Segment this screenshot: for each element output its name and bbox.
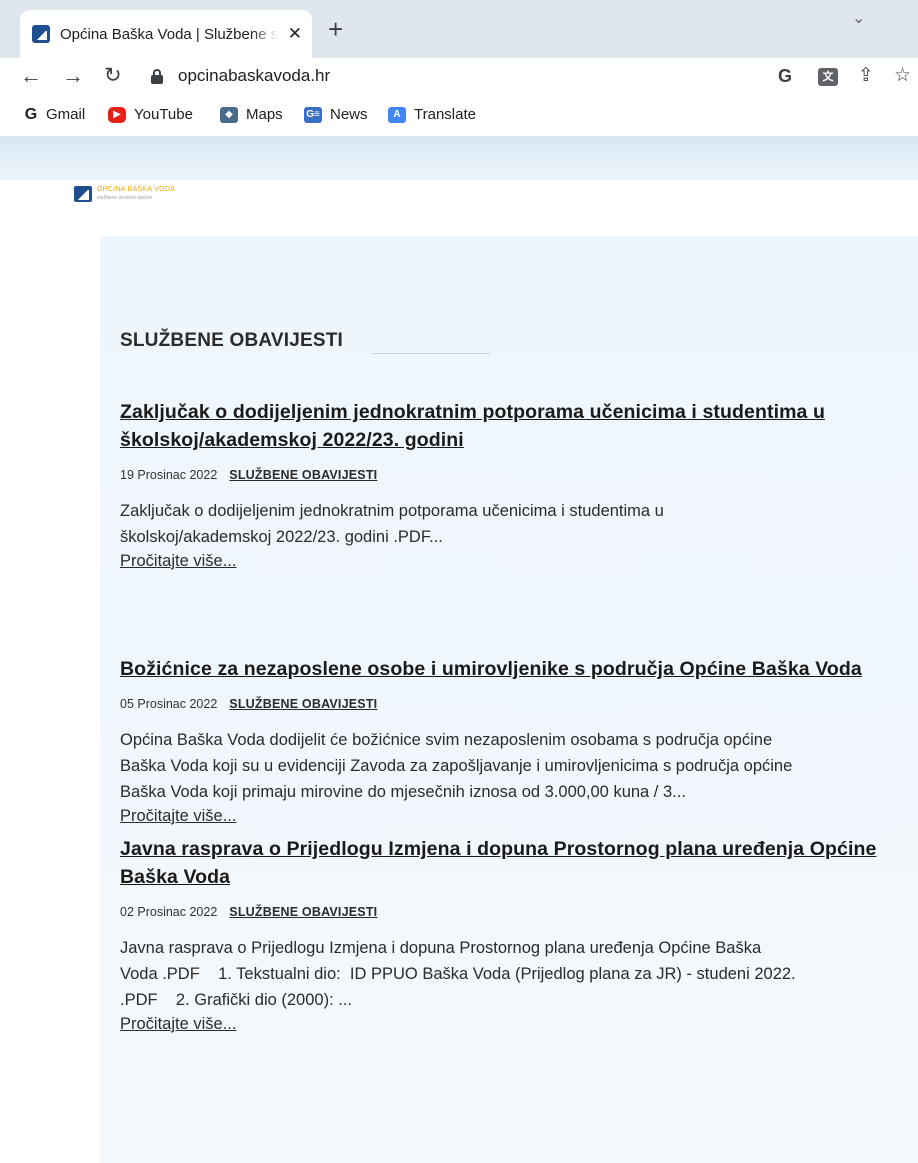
site-favicon-icon xyxy=(32,25,50,43)
bookmark-label: Maps xyxy=(246,106,283,123)
bookmark-label: News xyxy=(330,106,368,123)
share-icon[interactable]: ⇪ xyxy=(858,64,874,88)
article-date: 19 Prosinac 2022 xyxy=(120,468,218,482)
bookmarks-bar: G Gmail ▶ YouTube ◆ Maps G≡ News A Trans… xyxy=(0,98,918,136)
new-tab-button[interactable]: + xyxy=(328,16,343,42)
article-title-link[interactable]: Javna rasprava o Prijedlogu Izmjena i do… xyxy=(120,835,916,891)
reload-icon[interactable]: ↻ xyxy=(104,62,122,90)
bookmark-label: Translate xyxy=(414,106,476,123)
tab-search-chevron-icon[interactable]: ⌄ xyxy=(852,8,865,28)
browser-toolbar: ← → ↻ opcinabaskavoda.hr G 文 ⇪ ☆ xyxy=(0,58,918,98)
article-meta: 05 Prosinac 2022 SLUŽBENE OBAVIJESTI xyxy=(120,697,916,711)
maps-icon: ◆ xyxy=(220,106,238,123)
article-date: 05 Prosinac 2022 xyxy=(120,697,218,711)
header-banner xyxy=(0,136,918,180)
bookmark-youtube[interactable]: ▶ YouTube xyxy=(108,106,193,123)
bookmark-gmail[interactable]: G Gmail xyxy=(24,106,85,123)
bookmark-label: YouTube xyxy=(134,106,193,123)
article-category-link[interactable]: SLUŽBENE OBAVIJESTI xyxy=(229,697,377,711)
logo-line2: službene stranice općine xyxy=(97,195,153,201)
article-item: Božićnice za nezaposlene osobe i umirovl… xyxy=(120,655,916,827)
bookmark-translate[interactable]: A Translate xyxy=(388,106,476,123)
section-divider xyxy=(372,353,490,354)
translate-bookmark-icon: A xyxy=(388,106,406,123)
bookmark-news[interactable]: G≡ News xyxy=(304,106,368,123)
site-logo[interactable]: OPĆINA BAŠKA VODA službene stranice opći… xyxy=(74,186,175,202)
back-arrow-icon[interactable]: ← xyxy=(20,62,42,90)
bookmark-maps[interactable]: ◆ Maps xyxy=(220,106,283,123)
article-date: 02 Prosinac 2022 xyxy=(120,905,218,919)
tab-title: Općina Baška Voda | Službene s xyxy=(60,25,278,43)
read-more-link[interactable]: Pročitajte više... xyxy=(120,550,236,572)
youtube-icon: ▶ xyxy=(108,106,126,123)
lock-icon[interactable] xyxy=(151,69,163,84)
bookmark-label: Gmail xyxy=(46,106,86,123)
address-bar[interactable]: opcinabaskavoda.hr xyxy=(178,66,330,86)
article-category-link[interactable]: SLUŽBENE OBAVIJESTI xyxy=(229,905,377,919)
section-title: SLUŽBENE OBAVIJESTI xyxy=(120,330,344,351)
google-icon[interactable]: G xyxy=(778,64,792,88)
news-icon: G≡ xyxy=(304,106,322,123)
article-category-link[interactable]: SLUŽBENE OBAVIJESTI xyxy=(229,468,377,482)
article-excerpt: Općina Baška Voda dodijelit će božićnice… xyxy=(120,731,793,801)
logo-mark-icon xyxy=(74,186,92,202)
forward-arrow-icon[interactable]: → xyxy=(62,62,84,90)
article-title-link[interactable]: Božićnice za nezaposlene osobe i umirovl… xyxy=(120,655,916,683)
article-excerpt: Zaključak o dodijeljenim jednokratnim po… xyxy=(120,502,664,546)
tab-strip: Općina Baška Voda | Službene s ✕ + ⌄ xyxy=(0,0,918,58)
gmail-icon: G xyxy=(24,105,38,123)
close-tab-icon[interactable]: ✕ xyxy=(288,24,302,44)
translate-icon[interactable]: 文 xyxy=(818,68,838,86)
read-more-link[interactable]: Pročitajte više... xyxy=(120,1013,236,1035)
logo-text: OPĆINA BAŠKA VODA službene stranice opći… xyxy=(97,186,175,202)
article-title-link[interactable]: Zaključak o dodijeljenim jednokratnim po… xyxy=(120,398,916,454)
read-more-link[interactable]: Pročitajte više... xyxy=(120,805,236,827)
logo-line1: OPĆINA BAŠKA VODA xyxy=(97,186,176,193)
article-item: Javna rasprava o Prijedlogu Izmjena i do… xyxy=(120,835,916,1035)
article-meta: 19 Prosinac 2022 SLUŽBENE OBAVIJESTI xyxy=(120,468,916,482)
article-item: Zaključak o dodijeljenim jednokratnim po… xyxy=(120,398,916,572)
star-icon[interactable]: ☆ xyxy=(894,64,911,88)
browser-tab[interactable]: Općina Baška Voda | Službene s ✕ xyxy=(20,10,312,58)
article-excerpt: Javna rasprava o Prijedlogu Izmjena i do… xyxy=(120,939,796,1009)
article-meta: 02 Prosinac 2022 SLUŽBENE OBAVIJESTI xyxy=(120,905,916,919)
